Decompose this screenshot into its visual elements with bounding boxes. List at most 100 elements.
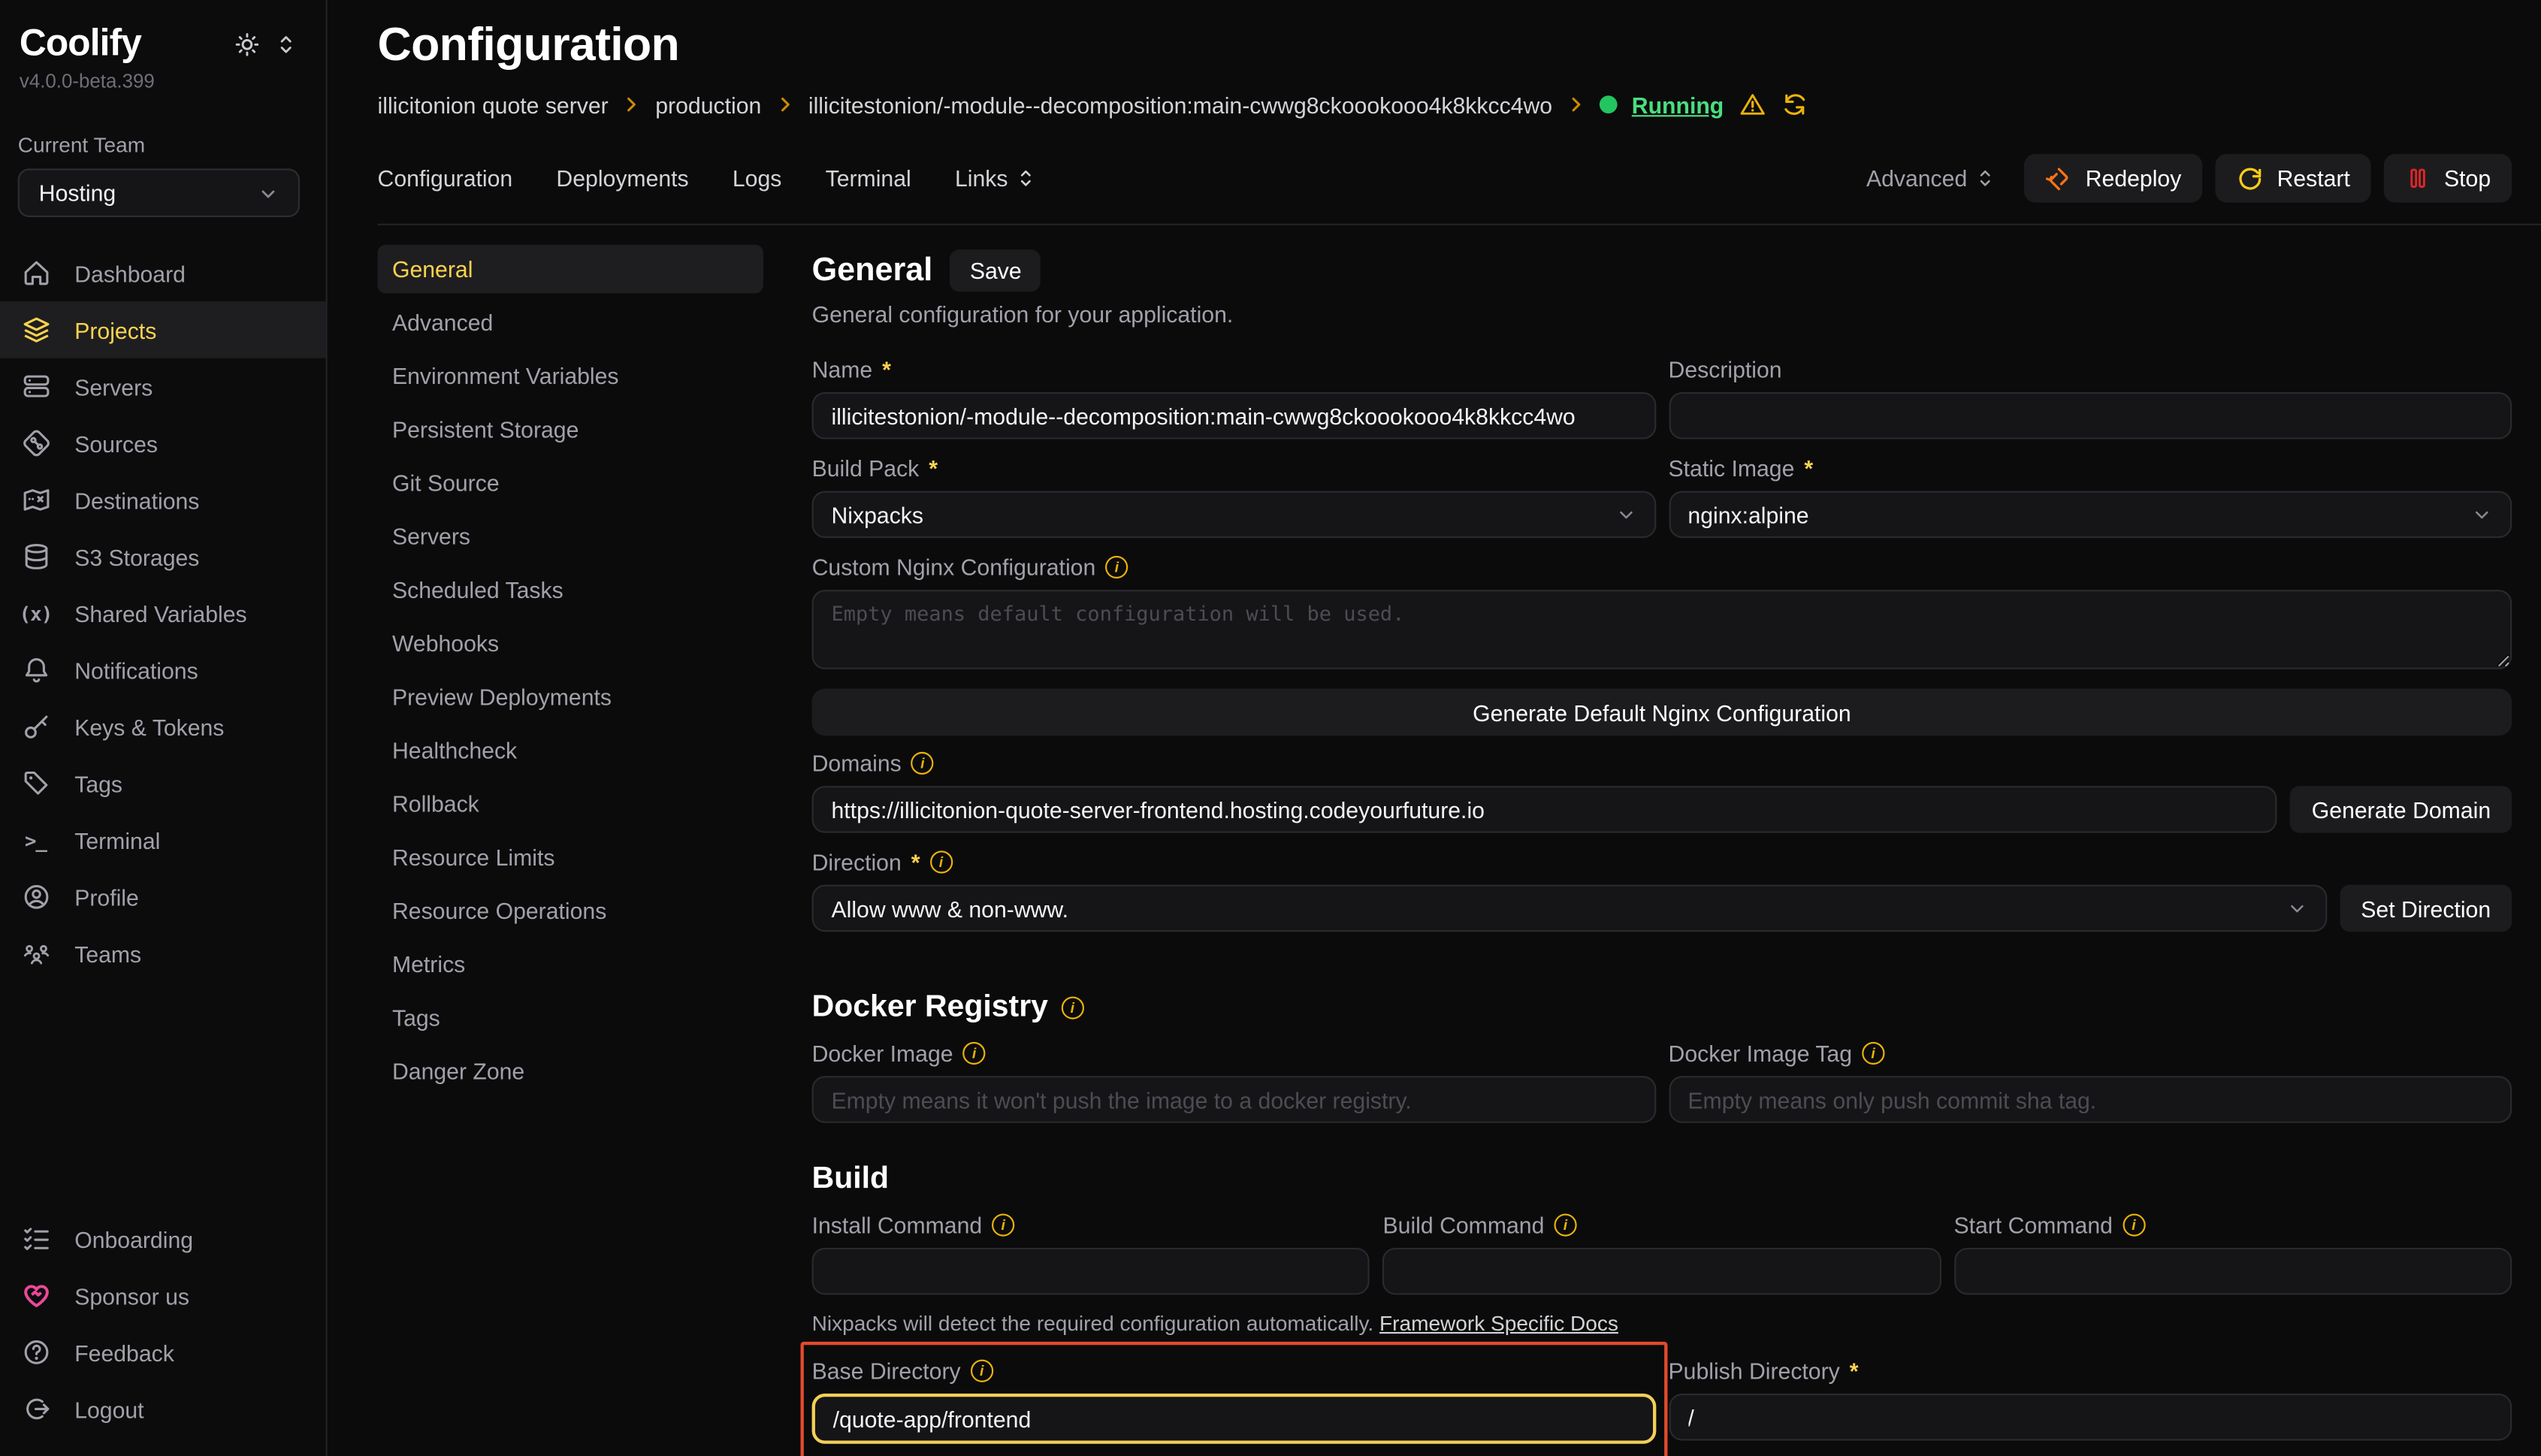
selector-icon (1016, 167, 1035, 189)
tab-configuration[interactable]: Configuration (378, 165, 513, 192)
database-icon (20, 540, 52, 572)
help-icon (20, 1336, 52, 1368)
publish-directory-input[interactable] (1669, 1394, 2512, 1441)
subnav-healthcheck[interactable]: Healthcheck (378, 726, 763, 775)
sidebar-item-destinations[interactable]: Destinations (0, 472, 326, 528)
name-field: Name* (812, 355, 1656, 439)
custom-nginx-textarea[interactable] (812, 590, 2512, 669)
breadcrumb-chevron-icon (621, 94, 642, 115)
build-title: Build (812, 1161, 889, 1197)
sidebar-item-onboarding[interactable]: Onboarding (0, 1210, 326, 1267)
generate-domain-button[interactable]: Generate Domain (2291, 786, 2512, 833)
breadcrumb-project[interactable]: illicitonion quote server (378, 92, 609, 118)
generate-nginx-button[interactable]: Generate Default Nginx Configuration (812, 689, 2512, 736)
subnav-environment-variables[interactable]: Environment Variables (378, 352, 763, 400)
sidebar-item-projects[interactable]: Projects (0, 301, 326, 358)
sidebar-item-tags[interactable]: Tags (0, 755, 326, 811)
theme-sun-icon[interactable] (234, 31, 261, 59)
advanced-toggle[interactable]: Advanced (1866, 165, 1995, 192)
sidebar-nav: Dashboard Projects Servers Sources Desti… (0, 245, 326, 982)
chevron-down-icon (2471, 504, 2492, 525)
sidebar-item-logout[interactable]: Logout (0, 1381, 326, 1437)
status-running-link[interactable]: Running (1632, 92, 1724, 118)
build-pack-select[interactable]: Nixpacks (812, 491, 1656, 539)
subnav-persistent-storage[interactable]: Persistent Storage (378, 405, 763, 454)
description-input[interactable] (1669, 392, 2512, 440)
sidebar-item-teams[interactable]: Teams (0, 926, 326, 982)
start-command-input[interactable] (1953, 1248, 2512, 1295)
sidebar-item-feedback[interactable]: Feedback (0, 1324, 326, 1380)
section-title: General (812, 252, 933, 289)
sidebar-item-s3-storages[interactable]: S3 Storages (0, 528, 326, 585)
docker-image-tag-field: Docker Image Tagi (1669, 1039, 2512, 1123)
set-direction-button[interactable]: Set Direction (2340, 885, 2512, 932)
stop-button[interactable]: Stop (2384, 154, 2512, 203)
subnav-servers[interactable]: Servers (378, 512, 763, 561)
breadcrumb-chevron-icon (1565, 94, 1586, 115)
subnav-rollback[interactable]: Rollback (378, 779, 763, 828)
info-icon: i (971, 1359, 993, 1382)
subnav-scheduled-tasks[interactable]: Scheduled Tasks (378, 566, 763, 615)
build-command-input[interactable] (1383, 1248, 1941, 1295)
tab-deployments[interactable]: Deployments (556, 165, 688, 192)
team-select[interactable]: Hosting (18, 168, 300, 217)
chevron-down-icon (258, 183, 279, 204)
sidebar-item-terminal[interactable]: >_ Terminal (0, 812, 326, 868)
sidebar-item-sources[interactable]: Sources (0, 415, 326, 471)
info-icon: i (2123, 1213, 2145, 1235)
breadcrumb: illicitonion quote server production ill… (378, 91, 2512, 119)
theme-selector-icon[interactable] (276, 32, 297, 56)
sidebar-item-dashboard[interactable]: Dashboard (0, 245, 326, 301)
terminal-icon: >_ (20, 824, 52, 856)
refresh-icon[interactable] (1781, 91, 1808, 119)
direction-select[interactable]: Allow www & non-www. (812, 885, 2327, 932)
subnav-metrics[interactable]: Metrics (378, 940, 763, 989)
tab-terminal[interactable]: Terminal (826, 165, 911, 192)
sidebar-item-notifications[interactable]: Notifications (0, 642, 326, 698)
heart-icon (20, 1279, 52, 1312)
subnav-webhooks[interactable]: Webhooks (378, 619, 763, 668)
breadcrumb-application[interactable]: illicitestonion/-module--decomposition:m… (808, 92, 1552, 118)
brand-row: Coolify (0, 0, 326, 65)
docker-image-input[interactable] (812, 1076, 1656, 1123)
bell-icon (20, 654, 52, 686)
domains-input[interactable] (812, 786, 2278, 833)
sidebar-item-keys-tokens[interactable]: Keys & Tokens (0, 699, 326, 755)
subnav-danger-zone[interactable]: Danger Zone (378, 1047, 763, 1095)
install-command-input[interactable] (812, 1248, 1370, 1295)
warning-icon[interactable] (1739, 91, 1766, 119)
base-directory-input[interactable] (812, 1394, 1656, 1444)
base-directory-field: Base Directoryi (812, 1356, 1656, 1443)
build-note: Nixpacks will detect the required config… (812, 1311, 2512, 1335)
static-image-select[interactable]: nginx:alpine (1669, 491, 2512, 539)
redeploy-button[interactable]: Redeploy (2024, 154, 2203, 203)
tab-logs[interactable]: Logs (733, 165, 781, 192)
docker-registry-title: Docker Registry (812, 990, 1048, 1026)
app-logo: Coolify (20, 21, 141, 65)
info-icon: i (992, 1213, 1014, 1235)
sidebar-item-profile[interactable]: Profile (0, 868, 326, 925)
sidebar-item-sponsor[interactable]: Sponsor us (0, 1267, 326, 1324)
subnav-advanced[interactable]: Advanced (378, 298, 763, 347)
tab-links[interactable]: Links (955, 165, 1035, 192)
subnav-general[interactable]: General (378, 245, 763, 294)
subnav-resource-limits[interactable]: Resource Limits (378, 833, 763, 882)
framework-docs-link[interactable]: Framework Specific Docs (1379, 1311, 1618, 1335)
map-icon (20, 484, 52, 516)
docker-image-field: Docker Imagei (812, 1039, 1656, 1123)
tag-icon (20, 767, 52, 799)
name-input[interactable] (812, 392, 1656, 440)
subnav-git-source[interactable]: Git Source (378, 458, 763, 507)
save-button[interactable]: Save (950, 249, 1041, 292)
settings-subnav: General Advanced Environment Variables P… (378, 245, 763, 1444)
subnav-tags[interactable]: Tags (378, 993, 763, 1042)
breadcrumb-environment[interactable]: production (655, 92, 761, 118)
subnav-resource-operations[interactable]: Resource Operations (378, 887, 763, 935)
subnav-preview-deployments[interactable]: Preview Deployments (378, 672, 763, 721)
domains-field: Domainsi Generate Domain (812, 748, 2512, 832)
sidebar-item-servers[interactable]: Servers (0, 358, 326, 415)
docker-image-tag-input[interactable] (1669, 1076, 2512, 1123)
sidebar-item-shared-variables[interactable]: (x) Shared Variables (0, 585, 326, 642)
tab-bar: Configuration Deployments Logs Terminal … (378, 154, 2512, 203)
restart-button[interactable]: Restart (2216, 154, 2371, 203)
